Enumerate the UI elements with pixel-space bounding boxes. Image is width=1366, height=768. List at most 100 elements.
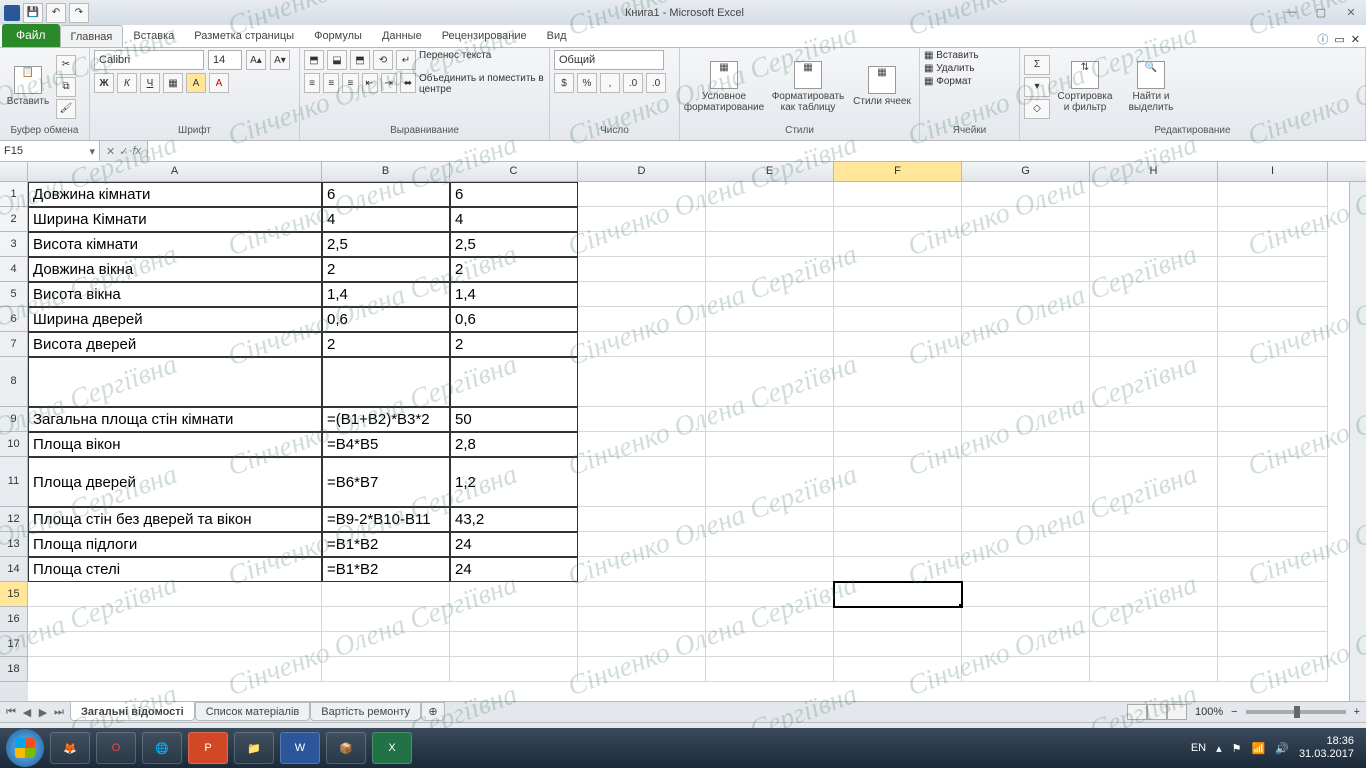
cell[interactable] <box>834 407 962 432</box>
cell[interactable] <box>1090 357 1218 407</box>
cell[interactable] <box>1218 657 1328 682</box>
cell[interactable] <box>834 657 962 682</box>
cell[interactable] <box>28 607 322 632</box>
minimize-ribbon-icon[interactable]: ▭ <box>1334 33 1344 46</box>
cell[interactable] <box>706 207 834 232</box>
fx-icon[interactable]: fx <box>132 145 141 157</box>
cell[interactable] <box>578 332 706 357</box>
cell[interactable] <box>1218 307 1328 332</box>
cell[interactable] <box>834 257 962 282</box>
cell[interactable] <box>706 432 834 457</box>
task-icon[interactable]: 🌐 <box>142 732 182 764</box>
cell[interactable] <box>1218 507 1328 532</box>
tray-up-icon[interactable]: ▴ <box>1216 742 1222 755</box>
close-icon[interactable]: ✕ <box>1340 6 1362 19</box>
font-size-combo[interactable]: 14 <box>208 50 242 70</box>
cell[interactable] <box>1090 557 1218 582</box>
cell[interactable] <box>322 632 450 657</box>
cell[interactable]: =B6*B7 <box>322 457 450 507</box>
cell[interactable]: 2 <box>322 257 450 282</box>
cut-icon[interactable]: ✂ <box>56 55 76 75</box>
tab-layout[interactable]: Разметка страницы <box>184 25 304 47</box>
cell[interactable] <box>1218 332 1328 357</box>
cell[interactable]: 2 <box>450 257 578 282</box>
cell[interactable] <box>1090 207 1218 232</box>
cell[interactable] <box>834 607 962 632</box>
cell[interactable] <box>1218 407 1328 432</box>
cell[interactable] <box>962 657 1090 682</box>
task-icon[interactable]: 🦊 <box>50 732 90 764</box>
cell[interactable]: 2 <box>322 332 450 357</box>
next-tab-icon[interactable]: ▶ <box>36 706 50 719</box>
cell[interactable]: =(B1+B2)*B3*2 <box>322 407 450 432</box>
cell[interactable]: 4 <box>450 207 578 232</box>
volume-icon[interactable]: 🔊 <box>1275 742 1289 755</box>
cell[interactable]: Висота дверей <box>28 332 322 357</box>
autosum-icon[interactable]: Σ <box>1024 55 1050 75</box>
cell[interactable] <box>322 582 450 607</box>
cell[interactable] <box>962 507 1090 532</box>
cell[interactable]: Площа підлоги <box>28 532 322 557</box>
cell[interactable] <box>28 632 322 657</box>
cell[interactable] <box>962 432 1090 457</box>
row-header[interactable]: 2 <box>0 207 28 232</box>
cell[interactable] <box>706 182 834 207</box>
new-sheet-icon[interactable]: ⊕ <box>421 702 445 721</box>
cell[interactable] <box>962 407 1090 432</box>
inc-decimal-icon[interactable]: .0 <box>623 73 643 93</box>
cell[interactable] <box>706 357 834 407</box>
cell[interactable] <box>706 557 834 582</box>
row-header[interactable]: 7 <box>0 332 28 357</box>
cell[interactable] <box>1090 407 1218 432</box>
task-icon[interactable]: O <box>96 732 136 764</box>
cell[interactable] <box>1090 332 1218 357</box>
row-header[interactable]: 16 <box>0 607 28 632</box>
cell[interactable] <box>578 232 706 257</box>
maximize-icon[interactable]: ▢ <box>1310 6 1332 19</box>
cell[interactable] <box>1218 357 1328 407</box>
cell[interactable] <box>1090 657 1218 682</box>
cell[interactable] <box>450 607 578 632</box>
row-header[interactable]: 11 <box>0 457 28 507</box>
cell[interactable]: 43,2 <box>450 507 578 532</box>
col-header[interactable]: I <box>1218 162 1328 181</box>
cell[interactable] <box>962 232 1090 257</box>
formula-bar[interactable] <box>147 141 1366 161</box>
col-header[interactable]: D <box>578 162 706 181</box>
start-button[interactable] <box>6 729 44 767</box>
cell[interactable] <box>834 632 962 657</box>
cell[interactable]: =B9-2*B10-B11 <box>322 507 450 532</box>
minimize-icon[interactable]: — <box>1280 6 1302 19</box>
zoom-level[interactable]: 100% <box>1195 706 1223 718</box>
cell[interactable]: 1,4 <box>450 282 578 307</box>
indent-dec-icon[interactable]: ⇤ <box>362 73 378 93</box>
cell[interactable] <box>834 507 962 532</box>
prev-tab-icon[interactable]: ◀ <box>20 706 34 719</box>
cells[interactable]: Довжина кімнати 6 6 Ширина Кімнати 4 4 В… <box>28 182 1349 701</box>
cell[interactable]: 1,4 <box>322 282 450 307</box>
cell[interactable] <box>1218 232 1328 257</box>
cell[interactable] <box>1090 507 1218 532</box>
cell[interactable] <box>962 557 1090 582</box>
cell[interactable] <box>450 657 578 682</box>
cell[interactable]: =B1*B2 <box>322 557 450 582</box>
row-header[interactable]: 15 <box>0 582 28 607</box>
vertical-scrollbar[interactable] <box>1349 182 1366 701</box>
format-painter-icon[interactable]: 🖌 <box>56 99 76 119</box>
cell[interactable] <box>578 532 706 557</box>
cell[interactable]: 1,2 <box>450 457 578 507</box>
cell[interactable]: Висота вікна <box>28 282 322 307</box>
cell[interactable] <box>834 532 962 557</box>
cell[interactable] <box>1090 457 1218 507</box>
task-icon[interactable]: P <box>188 732 228 764</box>
normal-view-icon[interactable] <box>1127 704 1147 720</box>
align-center-icon[interactable]: ≡ <box>323 73 339 93</box>
cell[interactable]: 4 <box>322 207 450 232</box>
cell[interactable] <box>706 532 834 557</box>
cell[interactable] <box>962 582 1090 607</box>
cell-styles-button[interactable]: ▦Стили ячеек <box>852 66 912 107</box>
shrink-font-icon[interactable]: A▾ <box>270 50 290 70</box>
cell[interactable]: Площа стін без дверей та вікон <box>28 507 322 532</box>
tab-view[interactable]: Вид <box>537 25 577 47</box>
cell[interactable] <box>1218 557 1328 582</box>
